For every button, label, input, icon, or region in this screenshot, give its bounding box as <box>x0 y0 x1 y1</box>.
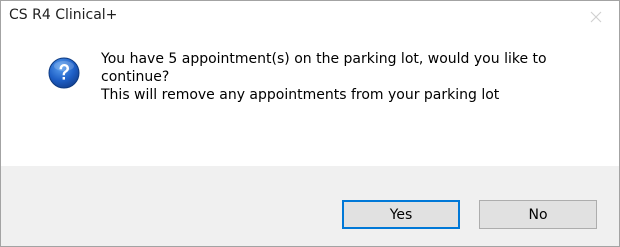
no-button-label: No <box>528 206 548 223</box>
message-line: You have 5 appointment(s) on the parking… <box>101 51 547 67</box>
close-button[interactable] <box>573 1 619 33</box>
yes-button-label: Yes <box>389 206 413 223</box>
message-line: continue? <box>101 69 170 85</box>
message-dialog: CS R4 Clinical+ You have 5 appointment(s… <box>0 0 620 247</box>
question-icon <box>48 57 80 89</box>
message-line: This will remove any appointments from y… <box>101 87 500 103</box>
title-bar: CS R4 Clinical+ <box>1 1 619 33</box>
dialog-message: You have 5 appointment(s) on the parking… <box>101 50 601 104</box>
yes-button[interactable]: Yes <box>342 200 460 229</box>
close-icon <box>590 8 602 27</box>
no-button[interactable]: No <box>479 200 597 229</box>
window-title: CS R4 Clinical+ <box>9 7 118 23</box>
